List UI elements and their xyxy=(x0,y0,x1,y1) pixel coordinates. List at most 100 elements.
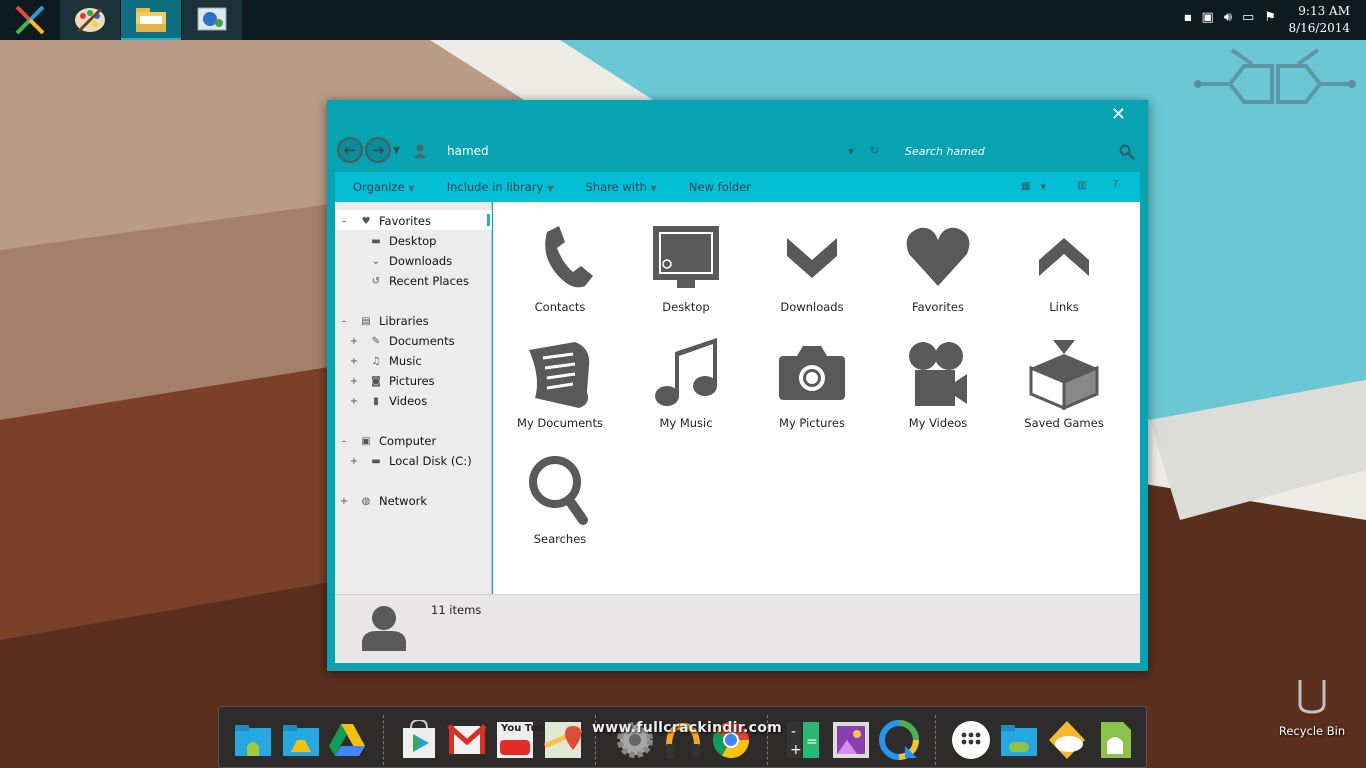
collapse-icon[interactable]: – xyxy=(339,216,349,227)
dock: You Tube + - = xyxy=(218,706,1147,768)
address-dropdown[interactable]: ▼ xyxy=(848,147,854,156)
search-input[interactable]: Search hamed xyxy=(905,145,985,158)
preview-pane-button[interactable]: ▥ xyxy=(1077,180,1086,191)
arrow-left-icon: ← xyxy=(343,141,357,159)
folder-my-videos[interactable]: My Videos xyxy=(883,338,993,430)
folder-my-documents[interactable]: My Documents xyxy=(505,338,615,430)
new-folder-button[interactable]: New folder xyxy=(673,180,767,194)
app-drawer-icon[interactable] xyxy=(951,720,991,760)
network-monitor-icon xyxy=(197,7,227,31)
folder-searches[interactable]: Searches xyxy=(505,454,615,546)
search-icon[interactable] xyxy=(1119,144,1135,160)
nav-pictures-label: Pictures xyxy=(389,374,435,388)
display-icon[interactable]: ▭ xyxy=(1242,10,1254,25)
music-note-icon: ♫ xyxy=(371,355,381,367)
drive-folder-icon[interactable] xyxy=(281,720,321,760)
nav-computer[interactable]: – ▣ Computer xyxy=(342,432,437,450)
android-files-icon[interactable] xyxy=(1095,720,1135,760)
expand-icon[interactable]: + xyxy=(349,376,359,387)
expand-icon[interactable]: + xyxy=(339,496,349,507)
tray-overflow-icon[interactable]: ■ xyxy=(1184,13,1192,22)
calculator-icon[interactable]: + - = xyxy=(783,720,823,760)
nav-desktop[interactable]: ▬ Desktop xyxy=(369,232,436,250)
gmail-icon[interactable] xyxy=(447,720,487,760)
nav-downloads-label: Downloads xyxy=(389,254,453,268)
taskbar-paint-app[interactable] xyxy=(60,0,120,40)
close-button[interactable]: ✕ xyxy=(1111,104,1126,125)
nav-favorites-label: Favorites xyxy=(379,214,431,228)
document-icon xyxy=(529,342,590,408)
nav-recent-places[interactable]: ↺ Recent Places xyxy=(369,272,469,290)
nav-favorites[interactable]: – ♥ Favorites xyxy=(342,212,431,230)
chevron-down-icon: ▼ xyxy=(408,184,415,193)
view-options-button[interactable]: ▦ ▼ xyxy=(1021,181,1046,192)
tray-usb-icon[interactable]: ▣ xyxy=(1202,10,1214,25)
folder-my-pictures[interactable]: My Pictures xyxy=(757,338,867,430)
gallery-icon[interactable] xyxy=(831,720,871,760)
volume-icon[interactable]: 🔊︎ xyxy=(1224,10,1232,25)
google-drive-icon[interactable] xyxy=(327,720,367,760)
folder-favorites[interactable]: Favorites xyxy=(883,222,993,314)
nav-music[interactable]: + ♫ Music xyxy=(350,352,422,370)
nav-documents-label: Documents xyxy=(389,334,455,348)
play-store-icon[interactable] xyxy=(399,720,439,760)
refresh-icon[interactable]: ↻ xyxy=(870,144,879,157)
address-bar[interactable]: hamed xyxy=(447,144,489,158)
forward-button[interactable]: → xyxy=(365,137,391,163)
nav-pictures[interactable]: + ◙ Pictures xyxy=(350,372,435,390)
camera-icon xyxy=(779,346,845,400)
back-button[interactable]: ← xyxy=(337,137,363,163)
folder-downloads[interactable]: Downloads xyxy=(757,222,867,314)
camera-icon: ◙ xyxy=(371,375,381,387)
games-folder-icon[interactable] xyxy=(999,720,1039,760)
taskbar-file-explorer[interactable] xyxy=(121,0,181,40)
globe-icon: ◍ xyxy=(361,495,371,507)
share-label: Share with xyxy=(585,180,647,194)
recent-locations-dropdown[interactable]: ▼ xyxy=(393,146,400,156)
collapse-icon[interactable]: – xyxy=(339,316,349,327)
organize-button[interactable]: Organize ▼ xyxy=(337,180,431,194)
weather-icon[interactable] xyxy=(1047,720,1087,760)
nav-videos[interactable]: + ▮ Videos xyxy=(350,392,427,410)
android-folder-icon[interactable] xyxy=(233,720,273,760)
expand-icon[interactable]: + xyxy=(349,356,359,367)
action-center-icon[interactable]: ⚑ xyxy=(1264,10,1276,25)
nav-network[interactable]: + ◍ Network xyxy=(340,492,427,510)
start-button[interactable] xyxy=(0,0,60,40)
taskbar-network-app[interactable] xyxy=(182,0,242,40)
magnifier-icon xyxy=(529,456,588,525)
svg-text:=: = xyxy=(806,734,818,750)
share-with-button[interactable]: Share with ▼ xyxy=(570,180,673,194)
include-in-library-button[interactable]: Include in library ▼ xyxy=(431,180,570,194)
folder-saved-games[interactable]: Saved Games xyxy=(1009,338,1119,430)
details-pane: 11 items xyxy=(335,594,1140,663)
folder-links[interactable]: Links xyxy=(1009,222,1119,314)
nav-recent-label: Recent Places xyxy=(389,274,469,288)
item-label: My Documents xyxy=(517,416,603,430)
svg-text:-: - xyxy=(791,724,796,740)
expand-icon[interactable]: + xyxy=(349,336,359,347)
item-count: 11 items xyxy=(431,603,482,617)
folder-my-music[interactable]: My Music xyxy=(631,338,741,430)
nav-documents[interactable]: + ✎ Documents xyxy=(350,332,455,350)
navigation-pane: – ♥ Favorites ▬ Desktop ⌄ Downloads ↺ Re… xyxy=(335,202,492,594)
expand-icon[interactable]: + xyxy=(349,396,359,407)
paint-palette-icon xyxy=(75,7,105,33)
chevron-down-icon: ⌄ xyxy=(371,255,381,267)
folder-desktop[interactable]: Desktop xyxy=(631,222,741,314)
arrow-right-icon: → xyxy=(371,141,385,159)
nav-local-disk[interactable]: + ▬ Local Disk (C:) xyxy=(350,452,472,470)
help-button[interactable]: ? xyxy=(1113,179,1118,190)
computer-icon: ▣ xyxy=(361,435,371,447)
collapse-icon[interactable]: – xyxy=(339,436,349,447)
file-explorer-window: ✕ ← → ▼ hamed ▼ ↻ Search hamed Organize ▼… xyxy=(327,100,1148,671)
quickoffice-icon[interactable] xyxy=(879,720,919,760)
nav-libraries[interactable]: – ▤ Libraries xyxy=(342,312,429,330)
maps-icon[interactable] xyxy=(543,720,583,760)
nav-computer-label: Computer xyxy=(379,434,437,448)
folder-contacts[interactable]: Contacts xyxy=(505,222,615,314)
clock[interactable]: 9:13 AM 8/16/2014 xyxy=(1288,3,1350,37)
nav-downloads[interactable]: ⌄ Downloads xyxy=(369,252,452,270)
recycle-bin[interactable]: Recycle Bin xyxy=(1276,678,1348,738)
expand-icon[interactable]: + xyxy=(349,456,359,467)
